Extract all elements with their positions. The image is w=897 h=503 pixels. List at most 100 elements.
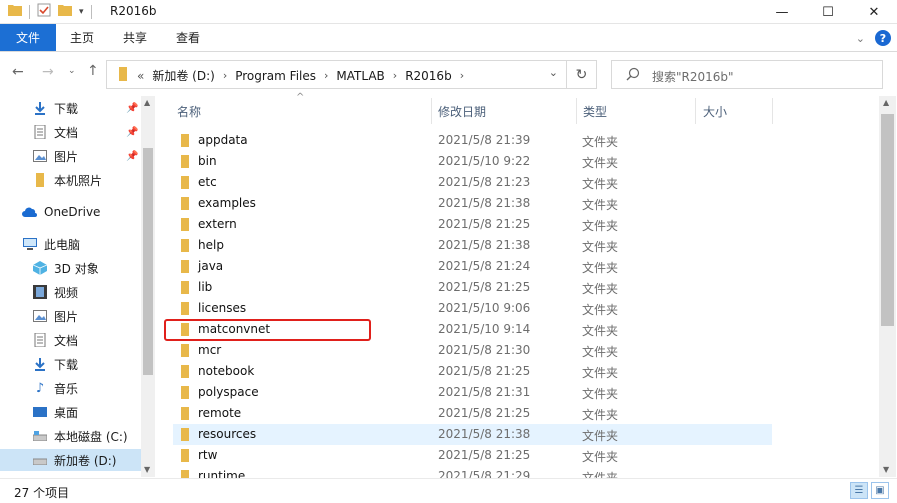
folder-icon bbox=[181, 365, 189, 381]
nav-pane-scrollbar-thumb[interactable] bbox=[143, 148, 153, 375]
address-history-chevron-icon[interactable]: ⌄ bbox=[549, 66, 558, 79]
back-arrow-icon[interactable]: ← bbox=[12, 64, 24, 80]
breadcrumb-program-files[interactable]: Program Files bbox=[235, 69, 316, 83]
nav-item-music[interactable]: ♪ 音乐 bbox=[0, 377, 141, 399]
minimize-button[interactable]: — bbox=[759, 0, 805, 24]
file-row[interactable]: appdata 2021/5/8 21:39 文件夹 bbox=[173, 130, 772, 151]
breadcrumb-overflow[interactable]: « bbox=[137, 69, 144, 83]
properties-icon[interactable] bbox=[37, 3, 51, 20]
nav-item-desktop[interactable]: 桌面 bbox=[0, 401, 141, 423]
file-name[interactable]: appdata bbox=[198, 133, 248, 147]
file-name[interactable]: mcr bbox=[198, 343, 221, 357]
nav-item-label: 新加卷 (D:) bbox=[54, 453, 117, 468]
nav-item-downloads[interactable]: 下载 📌 bbox=[0, 97, 141, 119]
scroll-up-icon[interactable]: ▲ bbox=[883, 98, 889, 107]
address-bar[interactable]: « 新加卷 (D:) › Program Files › MATLAB › R2… bbox=[106, 60, 567, 89]
file-name[interactable]: help bbox=[198, 238, 224, 252]
scroll-down-icon[interactable]: ▼ bbox=[883, 465, 889, 474]
file-row[interactable]: remote 2021/5/8 21:25 文件夹 bbox=[173, 403, 772, 424]
column-header-date[interactable]: 修改日期 bbox=[438, 96, 486, 126]
nav-item-downloads-pc[interactable]: 下载 bbox=[0, 353, 141, 375]
nav-item-pictures-pc[interactable]: 图片 bbox=[0, 305, 141, 327]
file-name[interactable]: licenses bbox=[198, 301, 246, 315]
column-divider[interactable] bbox=[431, 98, 432, 124]
file-row[interactable]: mcr 2021/5/8 21:30 文件夹 bbox=[173, 340, 772, 361]
large-icons-view-button[interactable]: ▣ bbox=[871, 482, 889, 499]
column-divider[interactable] bbox=[772, 98, 773, 124]
tab-file[interactable]: 文件 bbox=[0, 24, 56, 51]
file-row[interactable]: java 2021/5/8 21:24 文件夹 bbox=[173, 256, 772, 277]
chevron-right-icon[interactable]: › bbox=[460, 69, 464, 82]
file-name[interactable]: notebook bbox=[198, 364, 254, 378]
file-name[interactable]: lib bbox=[198, 280, 212, 294]
pin-icon[interactable]: 📌 bbox=[126, 103, 138, 114]
breadcrumb-matlab[interactable]: MATLAB bbox=[336, 69, 384, 83]
file-row[interactable]: help 2021/5/8 21:38 文件夹 bbox=[173, 235, 772, 256]
chevron-right-icon[interactable]: › bbox=[324, 69, 328, 82]
column-header-size[interactable]: 大小 bbox=[703, 96, 727, 126]
file-name[interactable]: java bbox=[198, 259, 223, 273]
file-row[interactable]: etc 2021/5/8 21:23 文件夹 bbox=[173, 172, 772, 193]
tab-share[interactable]: 共享 bbox=[113, 24, 157, 51]
file-list-scrollbar-thumb[interactable] bbox=[881, 114, 894, 326]
tab-home[interactable]: 主页 bbox=[60, 24, 104, 51]
file-row[interactable]: extern 2021/5/8 21:25 文件夹 bbox=[173, 214, 772, 235]
file-row[interactable]: lib 2021/5/8 21:25 文件夹 bbox=[173, 277, 772, 298]
chevron-right-icon[interactable]: › bbox=[393, 69, 397, 82]
download-icon bbox=[32, 101, 48, 115]
nav-item-local-photos[interactable]: 本机照片 bbox=[0, 169, 141, 191]
details-view-button[interactable]: ☰ bbox=[850, 482, 868, 499]
nav-item-onedrive[interactable]: OneDrive bbox=[0, 201, 141, 223]
nav-item-drive-c[interactable]: 本地磁盘 (C:) bbox=[0, 425, 141, 447]
file-name[interactable]: rtw bbox=[198, 448, 217, 462]
column-header-name[interactable]: 名称 bbox=[177, 96, 201, 126]
maximize-button[interactable]: ☐ bbox=[805, 0, 851, 24]
breadcrumb-drive[interactable]: 新加卷 (D:) bbox=[152, 67, 214, 84]
scroll-up-icon[interactable]: ▲ bbox=[144, 98, 150, 107]
file-name[interactable]: examples bbox=[198, 196, 256, 210]
large-icons-view-icon: ▣ bbox=[875, 485, 885, 496]
file-row[interactable]: resources 2021/5/8 21:38 文件夹 bbox=[173, 424, 772, 445]
column-divider[interactable] bbox=[695, 98, 696, 124]
up-arrow-icon[interactable]: ↑ bbox=[87, 63, 99, 79]
tab-view[interactable]: 查看 bbox=[166, 24, 210, 51]
file-row[interactable]: bin 2021/5/10 9:22 文件夹 bbox=[173, 151, 772, 172]
new-folder-icon[interactable] bbox=[58, 4, 72, 19]
column-header-type[interactable]: 类型 bbox=[583, 96, 607, 126]
refresh-button[interactable]: ↻ bbox=[567, 60, 597, 89]
file-row[interactable]: licenses 2021/5/10 9:06 文件夹 bbox=[173, 298, 772, 319]
file-name[interactable]: polyspace bbox=[198, 385, 259, 399]
chevron-right-icon[interactable]: › bbox=[223, 69, 227, 82]
file-row[interactable]: polyspace 2021/5/8 21:31 文件夹 bbox=[173, 382, 772, 403]
nav-item-videos[interactable]: 视频 bbox=[0, 281, 141, 303]
nav-item-documents[interactable]: 文档 📌 bbox=[0, 121, 141, 143]
customize-toolbar-icon[interactable]: ▾ bbox=[79, 7, 84, 17]
nav-item-drive-d[interactable]: 新加卷 (D:) bbox=[0, 449, 141, 471]
nav-item-this-pc[interactable]: 此电脑 bbox=[0, 233, 141, 255]
close-button[interactable]: ✕ bbox=[851, 0, 897, 24]
column-divider[interactable] bbox=[576, 98, 577, 124]
nav-item-label: 下载 bbox=[54, 101, 79, 116]
search-input[interactable]: 搜索"R2016b" bbox=[652, 68, 734, 85]
help-icon[interactable]: ? bbox=[875, 30, 891, 46]
recent-locations-chevron-icon[interactable]: ⌄ bbox=[68, 66, 76, 76]
pin-icon[interactable]: 📌 bbox=[126, 127, 138, 138]
expand-ribbon-icon[interactable]: ⌄ bbox=[856, 32, 865, 45]
file-name[interactable]: resources bbox=[198, 427, 256, 441]
file-name[interactable]: bin bbox=[198, 154, 217, 168]
cloud-icon bbox=[22, 205, 38, 219]
file-row[interactable]: notebook 2021/5/8 21:25 文件夹 bbox=[173, 361, 772, 382]
file-row[interactable]: rtw 2021/5/8 21:25 文件夹 bbox=[173, 445, 772, 466]
search-box[interactable]: 搜索"R2016b" bbox=[611, 60, 883, 89]
nav-item-3d-objects[interactable]: 3D 对象 bbox=[0, 257, 141, 279]
file-name[interactable]: extern bbox=[198, 217, 237, 231]
nav-item-documents-pc[interactable]: 文档 bbox=[0, 329, 141, 351]
file-row[interactable]: examples 2021/5/8 21:38 文件夹 bbox=[173, 193, 772, 214]
forward-arrow-icon[interactable]: → bbox=[42, 64, 54, 80]
pin-icon[interactable]: 📌 bbox=[126, 151, 138, 162]
breadcrumb-r2016b[interactable]: R2016b bbox=[405, 69, 452, 83]
file-name[interactable]: remote bbox=[198, 406, 241, 420]
nav-item-pictures[interactable]: 图片 📌 bbox=[0, 145, 141, 167]
file-name[interactable]: etc bbox=[198, 175, 217, 189]
scroll-down-icon[interactable]: ▼ bbox=[144, 465, 150, 474]
